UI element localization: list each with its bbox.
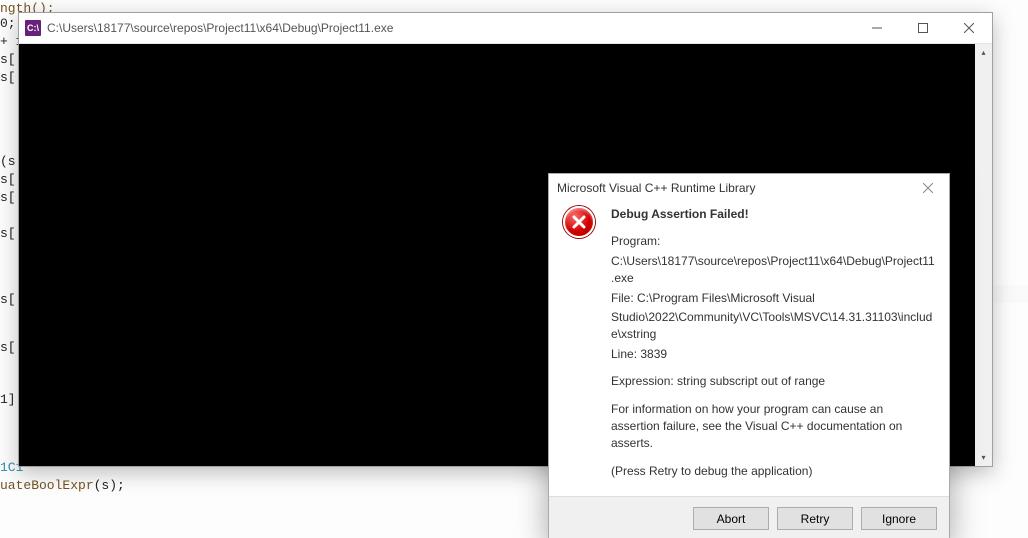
dialog-heading: Debug Assertion Failed! [611, 206, 935, 223]
abort-button[interactable]: Abort [693, 507, 769, 530]
code-line: s[ [0, 291, 16, 309]
close-icon [923, 183, 933, 193]
minimize-button[interactable] [854, 13, 900, 44]
close-button[interactable] [946, 13, 992, 44]
ignore-button[interactable]: Ignore [861, 507, 937, 530]
editor-scrollbar-stub [990, 285, 1028, 303]
dialog-button-row: Abort Retry Ignore [549, 496, 949, 538]
dialog-info1: For information on how your program can … [611, 401, 935, 453]
code-line: s[ [0, 189, 16, 207]
code-line: s[ [0, 51, 16, 69]
code-line: s[ [0, 171, 16, 189]
dialog-program-path: C:\Users\18177\source\repos\Project11\x6… [611, 253, 935, 288]
dialog-file-line1: File: C:\Program Files\Microsoft Visual [611, 290, 935, 307]
dialog-body: Debug Assertion Failed! Program: C:\User… [549, 202, 949, 496]
code-line: s[ [0, 339, 16, 357]
maximize-icon [918, 23, 928, 33]
scroll-down-icon[interactable]: ▾ [975, 449, 992, 466]
error-icon [563, 206, 595, 238]
dialog-titlebar[interactable]: Microsoft Visual C++ Runtime Library [549, 174, 949, 202]
dialog-file-line2: Studio\2022\Community\VC\Tools\MSVC\14.3… [611, 309, 935, 344]
code-line: s[ [0, 225, 16, 243]
code-line: (s [0, 153, 16, 171]
code-line: uateBoolExpr(s); [0, 477, 125, 495]
dialog-icon-column [563, 206, 599, 482]
console-title: C:\Users\18177\source\repos\Project11\x6… [47, 21, 854, 35]
dialog-line-number: Line: 3839 [611, 346, 935, 363]
close-icon [964, 23, 974, 33]
dialog-text: Debug Assertion Failed! Program: C:\User… [611, 206, 935, 482]
minimize-icon [872, 23, 882, 33]
dialog-title: Microsoft Visual C++ Runtime Library [557, 181, 915, 195]
dialog-expression: Expression: string subscript out of rang… [611, 373, 935, 390]
maximize-button[interactable] [900, 13, 946, 44]
window-button-group [854, 13, 992, 44]
code-line: s[ [0, 69, 16, 87]
console-titlebar[interactable]: C:\ C:\Users\18177\source\repos\Project1… [19, 13, 992, 44]
dialog-program-label: Program: [611, 233, 935, 250]
dialog-close-button[interactable] [915, 178, 941, 198]
dialog-info2: (Press Retry to debug the application) [611, 463, 935, 480]
scroll-up-icon[interactable]: ▴ [975, 44, 992, 61]
console-app-icon: C:\ [25, 20, 41, 36]
assertion-dialog: Microsoft Visual C++ Runtime Library Deb… [548, 173, 950, 538]
retry-button[interactable]: Retry [777, 507, 853, 530]
console-scrollbar[interactable]: ▴ ▾ [975, 44, 992, 466]
code-line: 1] [0, 391, 16, 409]
